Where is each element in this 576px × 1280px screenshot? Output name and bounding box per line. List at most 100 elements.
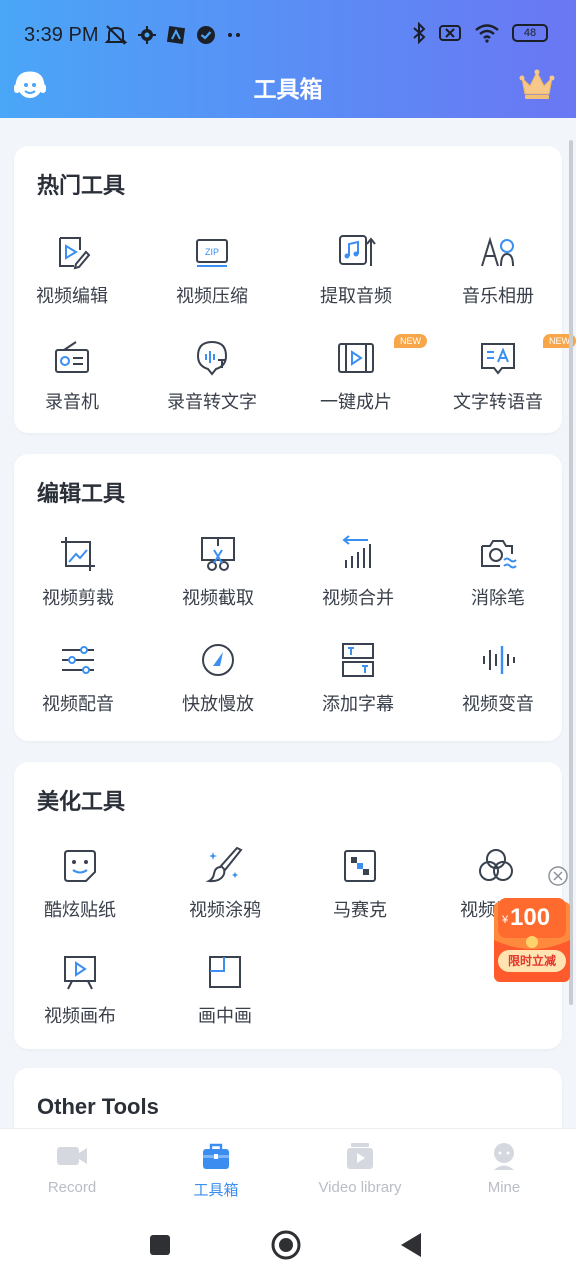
tool-label: 快放慢放 bbox=[182, 694, 254, 715]
tool-pip[interactable]: 画中画 bbox=[155, 952, 295, 1028]
video-library-icon bbox=[347, 1143, 373, 1169]
nav-label: Video library bbox=[318, 1179, 402, 1196]
video-edit-icon bbox=[59, 237, 91, 270]
tool-label: 视频剪裁 bbox=[42, 588, 114, 609]
app-bar: 工具箱 bbox=[0, 60, 576, 110]
sticker-icon bbox=[64, 850, 96, 882]
status-icons-left bbox=[104, 24, 242, 46]
tool-label: 文字转语音 bbox=[453, 392, 543, 413]
page-title: 工具箱 bbox=[253, 77, 323, 103]
tool-label: 视频变音 bbox=[462, 694, 534, 715]
crop-icon bbox=[61, 537, 95, 571]
home-circle-icon[interactable] bbox=[271, 1230, 301, 1260]
tool-video-merge[interactable]: 视频合并 bbox=[288, 534, 428, 610]
film-strip-icon bbox=[338, 343, 374, 373]
verified-icon bbox=[197, 26, 215, 44]
nav-toolbox[interactable]: 工具箱 bbox=[144, 1141, 288, 1200]
tool-text-to-speech[interactable]: 文字转语音 NEW bbox=[428, 334, 576, 414]
tool-label: 画中画 bbox=[198, 1006, 252, 1027]
tool-video-dubbing[interactable]: 视频配音 bbox=[8, 640, 148, 716]
scrollbar[interactable] bbox=[569, 140, 573, 1005]
canvas-icon bbox=[64, 956, 96, 990]
bluetooth-icon bbox=[413, 22, 426, 44]
zip-icon: ZIP bbox=[196, 239, 228, 267]
nav-label: 工具箱 bbox=[193, 1181, 239, 1199]
promo-currency: ¥ bbox=[502, 914, 509, 926]
section-title-edit: 编辑工具 bbox=[37, 482, 126, 507]
pip-icon bbox=[209, 956, 241, 988]
tool-label: 录音转文字 bbox=[167, 392, 257, 413]
tool-one-click-film[interactable]: 一键成片 NEW bbox=[286, 334, 427, 414]
status-bar: 3:39 PM 48 bbox=[0, 18, 576, 54]
tool-label: 音乐相册 bbox=[462, 286, 534, 307]
tool-add-subtitle[interactable]: 添加字幕 bbox=[288, 640, 428, 716]
tool-video-edit[interactable]: 视频编辑 bbox=[2, 232, 142, 308]
video-camera-icon bbox=[57, 1147, 87, 1165]
bottom-nav: Record 工具箱 Video library Mine bbox=[0, 1128, 576, 1210]
nav-label: Record bbox=[47, 1179, 97, 1196]
system-nav-bar bbox=[0, 1210, 576, 1280]
tool-label: 视频压缩 bbox=[176, 286, 248, 307]
promo-cta[interactable]: 限时立减 bbox=[498, 950, 566, 972]
profile-icon bbox=[494, 1143, 514, 1170]
tool-voice-to-text[interactable]: 录音转文字 bbox=[142, 338, 282, 414]
recents-square-icon[interactable] bbox=[145, 1230, 175, 1260]
voice-to-text-icon bbox=[196, 340, 228, 376]
tool-label: 视频画布 bbox=[44, 1006, 116, 1027]
sliders-icon bbox=[62, 646, 94, 674]
voice-change-icon bbox=[483, 646, 515, 674]
mute-alarm-icon bbox=[104, 25, 128, 45]
back-triangle-icon[interactable] bbox=[397, 1230, 427, 1260]
tool-mosaic[interactable]: 马赛克 bbox=[290, 846, 430, 922]
filter-icon bbox=[479, 849, 513, 881]
tool-eraser[interactable]: 消除笔 bbox=[428, 534, 568, 610]
new-badge: NEW bbox=[394, 334, 427, 348]
extract-audio-icon bbox=[339, 235, 376, 266]
beautify-tools-card: 美化工具 酷炫贴纸 视频涂鸦 马赛克 视频滤镜 视频画布 画中画 bbox=[14, 762, 562, 1049]
brush-icon bbox=[205, 846, 243, 883]
tool-video-crop[interactable]: 视频剪裁 bbox=[8, 534, 148, 610]
music-album-icon bbox=[481, 236, 514, 267]
edit-tools-card: 编辑工具 视频剪裁 视频截取 视频合并 消除笔 视频配音 快放慢放 添加字幕 视… bbox=[14, 454, 562, 741]
vip-crown-icon[interactable] bbox=[518, 68, 556, 100]
tool-label: 马赛克 bbox=[333, 900, 387, 921]
toolbox-icon bbox=[203, 1143, 229, 1169]
tool-label: 酷炫贴纸 bbox=[44, 900, 116, 921]
gear-icon bbox=[138, 26, 156, 44]
close-icon[interactable] bbox=[547, 865, 569, 887]
tool-doodle[interactable]: 视频涂鸦 bbox=[155, 846, 295, 922]
tool-extract-audio[interactable]: 提取音频 bbox=[286, 232, 426, 308]
tool-recorder[interactable]: 录音机 bbox=[2, 338, 142, 414]
tool-label: 视频合并 bbox=[322, 588, 394, 609]
nav-video-library[interactable]: Video library bbox=[288, 1141, 432, 1196]
tool-speed[interactable]: 快放慢放 bbox=[148, 640, 288, 716]
speed-gauge-icon bbox=[202, 644, 234, 676]
tool-label: 一键成片 bbox=[320, 392, 392, 413]
section-title-beautify: 美化工具 bbox=[37, 790, 126, 815]
status-time: 3:39 PM bbox=[24, 24, 99, 46]
tool-label: 添加字幕 bbox=[322, 694, 394, 715]
scissors-icon bbox=[201, 537, 235, 571]
more-dots-icon bbox=[228, 33, 240, 37]
tool-canvas[interactable]: 视频画布 bbox=[10, 952, 150, 1028]
section-title-other: Other Tools bbox=[37, 1094, 159, 1119]
tool-video-compress[interactable]: ZIP 视频压缩 bbox=[142, 232, 282, 308]
eraser-camera-icon bbox=[481, 540, 517, 569]
mosaic-icon bbox=[344, 850, 376, 882]
app-notification-icon bbox=[166, 25, 186, 45]
tool-voice-change[interactable]: 视频变音 bbox=[428, 640, 568, 716]
tool-label: 消除笔 bbox=[471, 588, 525, 609]
nav-mine[interactable]: Mine bbox=[432, 1141, 576, 1196]
tool-video-cut[interactable]: 视频截取 bbox=[148, 534, 288, 610]
no-sim-icon bbox=[439, 25, 461, 41]
tool-label: 视频涂鸦 bbox=[189, 900, 261, 921]
nav-record[interactable]: Record bbox=[0, 1141, 144, 1196]
tool-music-album[interactable]: 音乐相册 bbox=[428, 232, 568, 308]
merge-icon bbox=[342, 535, 371, 568]
hot-tools-card: 热门工具 视频编辑 ZIP 视频压缩 提取音频 音乐相册 录音机 录音转文字 一… bbox=[14, 146, 576, 433]
section-title-hot: 热门工具 bbox=[37, 174, 126, 199]
battery-indicator: 48 bbox=[512, 24, 548, 42]
promo-coupon[interactable]: ¥ 100 限时立减 bbox=[492, 896, 572, 984]
tool-sticker[interactable]: 酷炫贴纸 bbox=[10, 846, 150, 922]
promo-amount: 100 bbox=[510, 904, 551, 931]
